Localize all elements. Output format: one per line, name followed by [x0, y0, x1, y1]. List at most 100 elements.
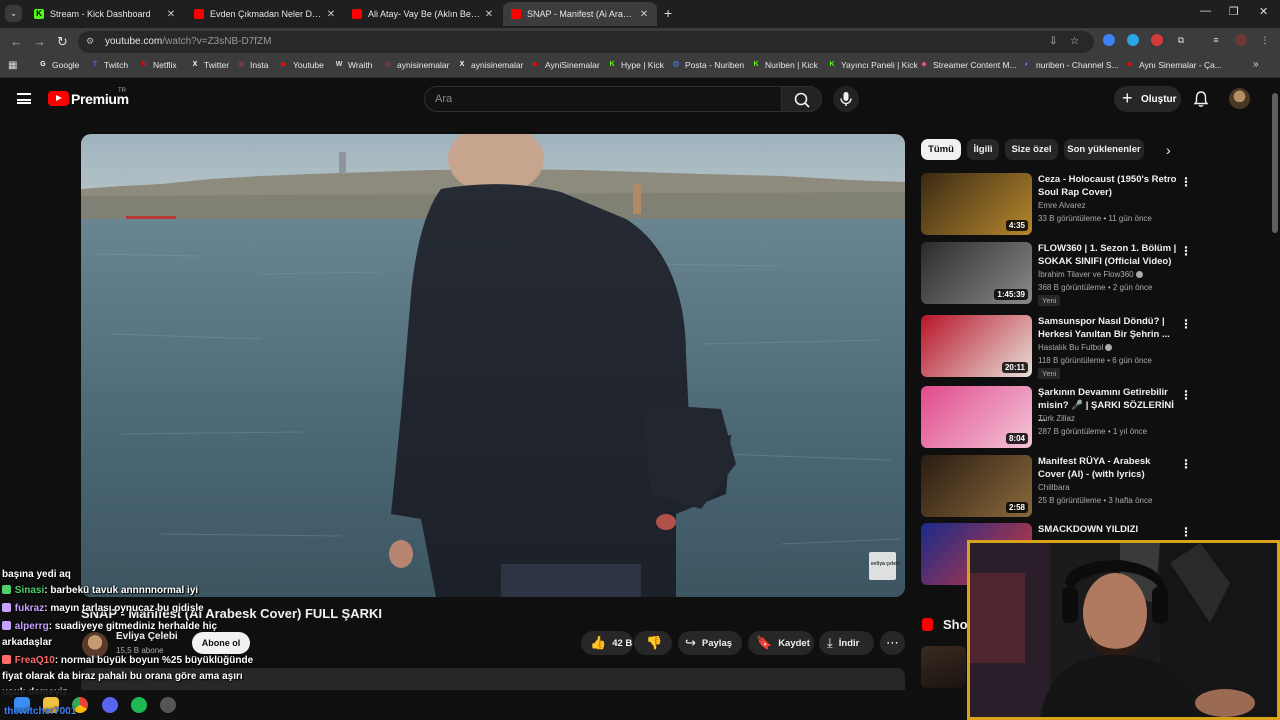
more-vertical-icon[interactable]: ⋮: [1180, 525, 1192, 539]
tab-close-icon[interactable]: ✕: [326, 9, 336, 20]
voice-search-button[interactable]: [833, 86, 859, 112]
minimize-button[interactable]: —: [1200, 5, 1211, 17]
tab-close-icon[interactable]: ✕: [639, 9, 649, 20]
channel-name[interactable]: Evliya Çelebi: [116, 631, 178, 642]
site-info-icon[interactable]: ⚙: [86, 36, 94, 47]
youtube-logo-icon[interactable]: [48, 91, 69, 106]
recommended-video-title[interactable]: Samsunspor Nasıl Döndü? | Herkesi Yanılt…: [1038, 315, 1178, 341]
recommended-video[interactable]: 8:04 Şarkının Devamını Getirebilir misin?…: [921, 386, 1266, 448]
reload-icon[interactable]: ↻: [57, 34, 68, 50]
bookmark-item[interactable]: K Nuriben | Kick: [751, 60, 817, 70]
video-thumbnail[interactable]: 4:35: [921, 173, 1032, 235]
more-vertical-icon[interactable]: ⋮: [1180, 317, 1192, 331]
extensions-puzzle-icon[interactable]: ⧉: [1175, 34, 1187, 46]
browser-tab[interactable]: K Stream - Kick Dashboard ✕: [26, 2, 184, 26]
bookmark-item[interactable]: ◎ Insta: [236, 60, 269, 70]
recommended-video-title[interactable]: Ceza - Holocaust (1950's Retro Soul Rap …: [1038, 173, 1178, 199]
bookmark-item[interactable]: W Wraith: [334, 60, 373, 70]
browser-tab[interactable]: Evden Çıkmadan Neler Demişin ✕: [186, 2, 344, 26]
chip-for-you[interactable]: Size özel: [1005, 139, 1058, 160]
recommended-video[interactable]: 20:11 Samsunspor Nasıl Döndü? | Herkesi Y…: [921, 315, 1266, 379]
bookmark-item[interactable]: X Twitter: [190, 60, 229, 70]
subscribe-button[interactable]: Abone ol: [192, 632, 250, 654]
recommended-video-title[interactable]: FLOW360 | 1. Sezon 1. Bölüm | SOKAK SINI…: [1038, 242, 1178, 268]
chip-recently-uploaded[interactable]: Son yüklenenler: [1064, 139, 1144, 160]
obs-icon[interactable]: [160, 697, 176, 713]
bookmark-item[interactable]: T Twitch: [90, 60, 128, 70]
save-button[interactable]: 🔖 Kaydet: [748, 631, 814, 655]
more-vertical-icon[interactable]: ⋮: [1180, 457, 1192, 471]
recommended-channel-name[interactable]: Emre Alvarez: [1038, 201, 1086, 210]
tab-search-menu-button[interactable]: ⌄: [5, 5, 22, 22]
address-bar[interactable]: ⚙ youtube.com/watch?v=Z3sNB-D7fZM ⇩ ☆: [78, 31, 1094, 53]
shorts-thumbnail[interactable]: [921, 646, 966, 688]
profile-icon[interactable]: [1235, 34, 1247, 46]
close-window-button[interactable]: ✕: [1259, 5, 1268, 18]
more-vertical-icon[interactable]: ⋮: [1180, 388, 1192, 402]
more-actions-button[interactable]: ⋯: [880, 631, 905, 655]
share-button[interactable]: ↪ Paylaş: [678, 631, 742, 655]
bookmark-item[interactable]: @ Posta - Nuriben: [671, 60, 744, 70]
recommended-video[interactable]: 4:35 Ceza - Holocaust (1950's Retro Soul …: [921, 173, 1266, 235]
more-vertical-icon[interactable]: ⋮: [1180, 175, 1192, 189]
notifications-bell-icon[interactable]: [1193, 90, 1209, 108]
chip-related[interactable]: İlgili: [967, 139, 999, 160]
bookmark-item[interactable]: ▶ AyniSinemalar: [531, 60, 599, 70]
recommended-channel-name[interactable]: Chillbara: [1038, 483, 1070, 492]
dislike-button[interactable]: 👎: [634, 631, 672, 655]
search-input[interactable]: [425, 87, 781, 111]
recommended-channel-name[interactable]: Türk Zillaz: [1038, 414, 1075, 423]
forward-arrow-icon[interactable]: →: [33, 34, 46, 49]
maximize-button[interactable]: ❐: [1229, 5, 1239, 18]
recommended-channel-name[interactable]: Hastalık Bu Futbol: [1038, 343, 1114, 352]
new-tab-button[interactable]: +: [664, 5, 672, 21]
extension-globe-icon[interactable]: [1127, 34, 1139, 46]
like-button[interactable]: 👍 42 B: [581, 631, 633, 655]
video-thumbnail[interactable]: 1:45:39: [921, 242, 1032, 304]
chevron-right-icon[interactable]: ›: [1166, 142, 1171, 158]
search-button[interactable]: [781, 86, 822, 112]
video-thumbnail[interactable]: 20:11: [921, 315, 1032, 377]
bookmark-item[interactable]: Xaynisinemalar: [457, 60, 524, 70]
recommended-video-title[interactable]: SMACKDOWN YILDIZI: [1038, 523, 1178, 536]
extension-shield-icon[interactable]: [1103, 34, 1115, 46]
bookmark-item[interactable]: ◎ aynisinemalar: [383, 60, 450, 70]
tab-close-icon[interactable]: ✕: [484, 9, 494, 20]
browser-tab-active[interactable]: SNAP - Manifest (Ai Arabesk Co ✕: [503, 2, 657, 26]
account-avatar[interactable]: [1229, 88, 1250, 109]
browser-menu-icon[interactable]: ⋮: [1259, 34, 1271, 46]
menu-hamburger-icon[interactable]: [17, 93, 31, 104]
tab-close-icon[interactable]: ✕: [166, 9, 176, 20]
bookmark-star-icon[interactable]: ☆: [1070, 36, 1079, 47]
download-button[interactable]: ⤓ İndir: [819, 631, 874, 655]
bookmark-item[interactable]: ◆ Streamer Content M...: [919, 60, 1016, 70]
bookmark-item[interactable]: ◐ nuriben - Channel S...: [1022, 60, 1119, 70]
video-thumbnail[interactable]: 2:58: [921, 455, 1032, 517]
bookmark-item[interactable]: ▶ Youtube: [279, 60, 324, 70]
recommended-video[interactable]: 2:58 Manifest RÜYA - Arabesk Cover (AI) -…: [921, 455, 1266, 517]
back-arrow-icon[interactable]: ←: [10, 34, 23, 49]
reading-list-icon[interactable]: ≡: [1210, 34, 1222, 46]
install-app-icon[interactable]: ⇩: [1049, 36, 1057, 47]
apps-grid-icon[interactable]: ▦: [8, 60, 17, 71]
bookmarks-overflow-icon[interactable]: »: [1253, 59, 1259, 70]
bookmark-item[interactable]: K Hype | Kick: [607, 60, 663, 70]
bookmark-item[interactable]: N Netflix: [139, 60, 176, 70]
discord-icon[interactable]: [102, 697, 118, 713]
spotify-icon[interactable]: [131, 697, 147, 713]
webcam-overlay: [967, 540, 1280, 720]
extension-red-icon[interactable]: [1151, 34, 1163, 46]
bookmark-item[interactable]: K Yayıncı Paneli | Kick: [827, 60, 917, 70]
more-vertical-icon[interactable]: ⋮: [1180, 244, 1192, 258]
video-thumbnail[interactable]: 8:04: [921, 386, 1032, 448]
recommended-video[interactable]: 1:45:39 FLOW360 | 1. Sezon 1. Bölüm | SOK…: [921, 242, 1266, 306]
recommended-channel-name[interactable]: İbrahim Tilaver ve Flow360: [1038, 270, 1145, 279]
recommended-video-title[interactable]: Manifest RÜYA - Arabesk Cover (AI) - (wi…: [1038, 455, 1178, 481]
browser-tab[interactable]: Ali Atay- Vay Be (Aklın Bende K ✕: [344, 2, 502, 26]
scrollbar-thumb[interactable]: [1272, 93, 1278, 233]
chip-all[interactable]: Tümü: [921, 139, 961, 160]
video-player[interactable]: evliya çelebi: [81, 134, 905, 597]
bookmark-item[interactable]: ▶ Aynı Sinemalar - Ça...: [1125, 60, 1222, 70]
bookmark-item[interactable]: G Google: [38, 60, 79, 70]
create-button[interactable]: + Oluştur: [1114, 86, 1181, 112]
